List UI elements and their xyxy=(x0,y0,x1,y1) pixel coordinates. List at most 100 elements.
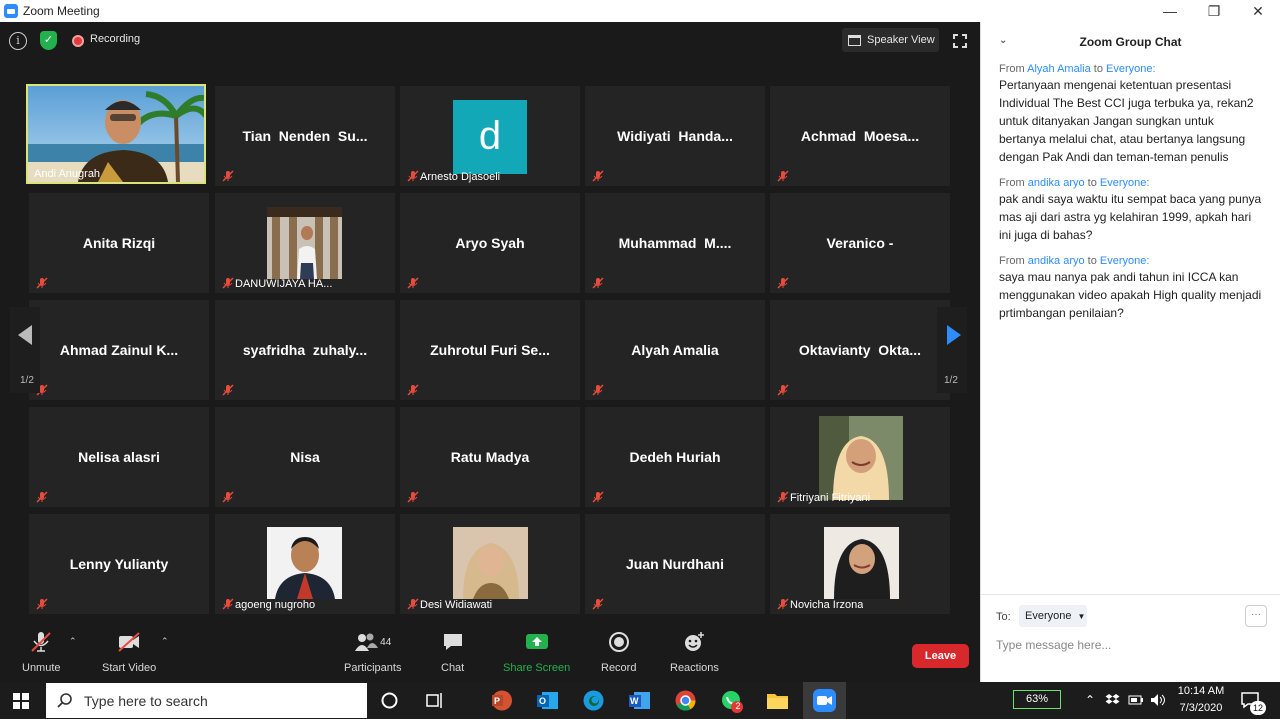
chevron-up-icon[interactable]: ⌃ xyxy=(1085,693,1095,707)
participant-tile[interactable]: agoeng nugroho xyxy=(215,514,395,614)
participant-tile[interactable]: Alyah Amalia xyxy=(585,300,765,400)
participants-button[interactable]: 44 Participants xyxy=(344,630,401,674)
participant-photo xyxy=(819,416,903,500)
participant-tile[interactable]: Muhammad M.... xyxy=(585,193,765,293)
participant-tile[interactable]: Andi Anugrah xyxy=(26,84,206,184)
chat-title: Zoom Group Chat xyxy=(1079,35,1182,49)
edge-icon[interactable] xyxy=(581,688,606,713)
chat-message-input[interactable] xyxy=(996,635,1266,655)
message-sender[interactable]: andika aryo xyxy=(1028,255,1085,267)
audio-options-caret[interactable]: ⌃ xyxy=(69,636,77,647)
to-word: to xyxy=(1093,63,1103,75)
participant-name: Nelisa alasri xyxy=(78,449,160,465)
participant-tile[interactable]: Aryo Syah xyxy=(400,193,580,293)
windows-start-button[interactable] xyxy=(13,693,29,709)
participant-tile[interactable]: Achmad Moesa... xyxy=(770,86,950,186)
muted-mic-icon xyxy=(777,277,789,289)
word-icon[interactable]: W xyxy=(627,688,652,713)
to-word: to xyxy=(1087,255,1097,267)
battery-icon[interactable] xyxy=(1128,694,1144,706)
participant-tile[interactable]: Lenny Yulianty xyxy=(29,514,209,614)
recipient-value: Everyone xyxy=(1025,610,1072,622)
participant-tile[interactable]: Juan Nurdhani xyxy=(585,514,765,614)
record-button[interactable]: Record xyxy=(601,630,636,674)
participant-tile[interactable]: d Arnesto Djasoeli xyxy=(400,86,580,186)
participant-tile[interactable]: Novicha Irzona xyxy=(770,514,950,614)
fullscreen-icon[interactable] xyxy=(953,34,967,48)
message-recipient: Everyone: xyxy=(1099,177,1150,189)
message-sender[interactable]: andika aryo xyxy=(1028,177,1085,189)
search-icon xyxy=(57,692,72,708)
meeting-top-bar: i ✓ Recording Speaker View xyxy=(0,22,980,60)
file-explorer-icon[interactable] xyxy=(765,688,790,713)
participant-name: Lenny Yulianty xyxy=(69,556,169,572)
minimize-button[interactable]: — xyxy=(1148,0,1192,22)
participant-name: Anita Rizqi xyxy=(82,235,156,251)
reactions-icon xyxy=(683,630,705,654)
dropbox-icon[interactable] xyxy=(1105,693,1120,707)
participant-tile[interactable]: Fitriyani Fitriyani xyxy=(770,407,950,507)
muted-mic-icon xyxy=(407,598,419,610)
clock-time[interactable]: 10:14 AM xyxy=(1177,685,1225,697)
speaker-view-button[interactable]: Speaker View xyxy=(842,28,939,52)
participant-tile[interactable]: Tian Nenden Su... xyxy=(215,86,395,186)
volume-icon[interactable] xyxy=(1150,693,1166,707)
muted-mic-icon xyxy=(407,384,419,396)
recording-icon xyxy=(72,35,84,47)
reactions-button[interactable]: Reactions xyxy=(670,630,719,674)
recipient-select[interactable]: Everyone ▼ xyxy=(1019,605,1087,627)
taskbar-search-box[interactable]: Type here to search xyxy=(46,683,367,718)
outlook-icon[interactable]: O xyxy=(535,688,560,713)
message-recipient: Everyone: xyxy=(1106,63,1156,75)
shield-icon[interactable]: ✓ xyxy=(40,31,57,50)
close-button[interactable]: ✕ xyxy=(1236,0,1280,22)
participant-photo xyxy=(824,527,899,599)
battery-indicator[interactable]: 63% xyxy=(1013,690,1061,709)
share-screen-icon xyxy=(525,630,549,654)
message-sender[interactable]: Alyah Amalia xyxy=(1027,63,1091,75)
muted-mic-icon xyxy=(222,384,234,396)
participant-tile[interactable]: Oktavianty Okta... xyxy=(770,300,950,400)
participants-count: 44 xyxy=(380,636,392,648)
participant-tile[interactable]: Anita Rizqi xyxy=(29,193,209,293)
participant-tile[interactable]: Ratu Madya xyxy=(400,407,580,507)
more-options-button[interactable]: ··· xyxy=(1245,605,1267,627)
chevron-down-icon[interactable]: ⌄ xyxy=(999,35,1007,46)
participant-tile[interactable]: syafridha zuhaly... xyxy=(215,300,395,400)
muted-mic-icon xyxy=(592,598,604,610)
muted-mic-icon xyxy=(592,170,604,182)
participant-tile[interactable]: Widiyati Handa... xyxy=(585,86,765,186)
from-prefix: From xyxy=(999,177,1025,189)
participant-tile[interactable]: Nisa xyxy=(215,407,395,507)
chrome-icon[interactable] xyxy=(673,688,698,713)
chat-button[interactable]: Chat xyxy=(441,630,464,674)
title-bar: Zoom Meeting — ❐ ✕ xyxy=(0,0,1280,22)
participant-name: Muhammad M.... xyxy=(618,235,732,251)
info-icon[interactable]: i xyxy=(9,32,27,50)
share-screen-button[interactable]: Share Screen xyxy=(503,630,570,674)
task-view-icon[interactable] xyxy=(422,688,447,713)
unmute-button[interactable]: Unmute xyxy=(22,630,61,674)
participant-tile[interactable]: Nelisa alasri xyxy=(29,407,209,507)
participant-tile[interactable]: Ahmad Zainul K... xyxy=(29,300,209,400)
muted-mic-icon xyxy=(222,277,234,289)
cortana-icon[interactable] xyxy=(377,688,402,713)
participant-tile[interactable]: Veranico - xyxy=(770,193,950,293)
clock-date[interactable]: 7/3/2020 xyxy=(1177,702,1225,714)
powerpoint-icon[interactable]: P xyxy=(489,688,514,713)
participant-tile[interactable]: Zuhrotul Furi Se... xyxy=(400,300,580,400)
participant-name: Aryo Syah xyxy=(455,235,525,251)
participant-tile[interactable]: DANUWIJAYA HA... xyxy=(215,193,395,293)
leave-button[interactable]: Leave xyxy=(912,644,969,668)
start-video-button[interactable]: Start Video xyxy=(102,630,156,674)
chat-label: Chat xyxy=(441,662,465,674)
participant-name: Zuhrotul Furi Se... xyxy=(430,342,550,358)
video-options-caret[interactable]: ⌃ xyxy=(161,636,169,647)
page-indicator: 1/2 xyxy=(20,375,34,386)
zoom-taskbar-active[interactable] xyxy=(803,682,846,719)
participant-tile[interactable]: Dedeh Huriah xyxy=(585,407,765,507)
chat-compose: To: Everyone ▼ ··· xyxy=(981,594,1280,682)
participant-tile[interactable]: Desi Widiawati xyxy=(400,514,580,614)
muted-mic-icon xyxy=(777,598,789,610)
restore-button[interactable]: ❐ xyxy=(1192,0,1236,22)
